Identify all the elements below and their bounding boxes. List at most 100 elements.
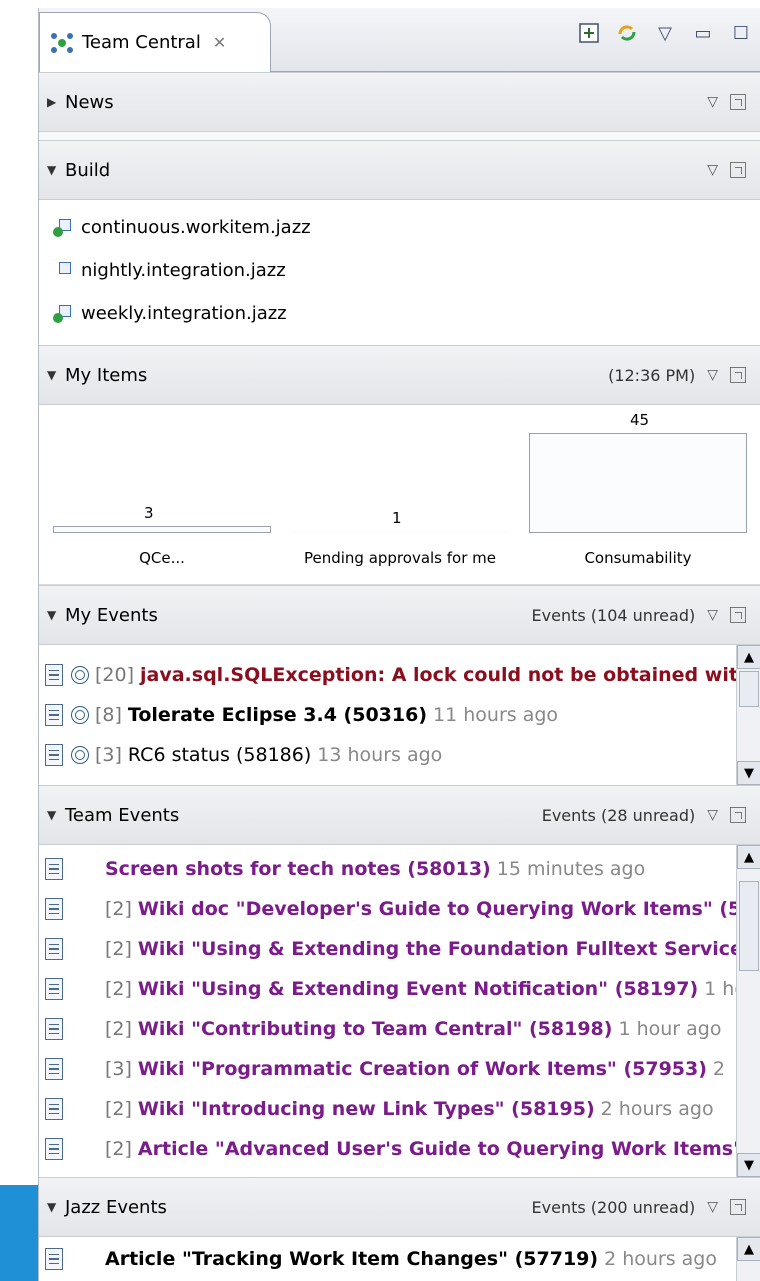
section-menu-icon[interactable]: ▽ [707,807,718,823]
scroll-down-icon[interactable]: ▼ [737,761,760,785]
event-row[interactable]: [20] java.sql.SQLException: A lock could … [39,655,760,695]
section-team-events[interactable]: ▼ Team Events Events (28 unread) ▽ [39,785,760,845]
events-unread-count: Events (28 unread) [541,805,696,825]
section-menu-icon[interactable]: ▽ [707,94,718,110]
view-menu-icon[interactable]: ▽ [654,22,676,44]
feed-icon [71,746,89,764]
section-maximize-icon[interactable] [730,1199,746,1215]
event-count: [2] [105,978,132,1000]
scroll-thumb[interactable] [739,881,759,971]
build-icon [51,260,73,282]
tab-team-central[interactable]: Team Central ✕ [39,12,271,72]
section-news[interactable]: ▶ News ▽ [39,72,760,132]
section-build[interactable]: ▼ Build ▽ [39,140,760,200]
section-menu-icon[interactable]: ▽ [707,1199,718,1215]
event-row[interactable]: [8] Tolerate Eclipse 3.4 (50316) 11 hours … [39,695,760,735]
my-items-chart: 3 QCe... 1 Pending approvals for me 45 Consum… [39,405,760,585]
bar-value-label: 1 [392,509,402,527]
section-maximize-icon[interactable] [730,367,746,383]
scrollbar[interactable]: ▲ [736,1237,760,1281]
maximize-icon[interactable]: ☐ [730,22,752,44]
chart-bar[interactable] [53,526,271,533]
collapse-icon[interactable]: ▼ [47,163,65,177]
work-item-icon [45,858,63,880]
work-item-icon [45,978,63,1000]
scroll-thumb[interactable] [739,671,759,707]
team-events-list: Screen shots for tech notes (58013) 15 mi… [39,845,760,1177]
last-updated-time: (12:36 PM) [608,365,696,385]
section-maximize-icon[interactable] [730,94,746,110]
build-label: nightly.integration.jazz [81,260,286,281]
section-menu-icon[interactable]: ▽ [707,162,718,178]
work-item-icon [45,744,63,766]
event-row[interactable]: [3] Wiki "Programmatic Creation of Work I… [39,1049,760,1089]
scrollbar[interactable]: ▲ ▼ [736,645,760,785]
section-jazz-events[interactable]: ▼ Jazz Events Events (200 unread) ▽ [39,1177,760,1237]
build-list: continuous.workitem.jazz nightly.integra… [39,200,760,345]
section-my-events[interactable]: ▼ My Events Events (104 unread) ▽ [39,585,760,645]
section-title: Build [65,159,111,181]
section-my-items[interactable]: ▼ My Items (12:36 PM) ▽ [39,345,760,405]
collapse-icon[interactable]: ▼ [47,368,65,382]
event-count: [3] [105,1058,132,1080]
event-title: Screen shots for tech notes (58013) [105,858,491,880]
event-row[interactable]: [2] Wiki "Using & Extending Event Notific… [39,969,760,1009]
scroll-up-icon[interactable]: ▲ [737,845,760,869]
event-row[interactable]: [3] RC6 status (58186) 13 hours ago [39,735,760,775]
chart-bar[interactable] [291,531,509,533]
category-label: Consumability [584,549,692,567]
minimize-icon[interactable]: ▭ [692,22,714,44]
build-label: weekly.integration.jazz [81,303,287,324]
jazz-events-list: Article "Tracking Work Item Changes" (57… [39,1237,760,1281]
section-maximize-icon[interactable] [730,807,746,823]
build-ok-icon [51,217,73,239]
work-item-icon [45,704,63,726]
collapse-icon[interactable]: ▼ [47,808,65,822]
build-item[interactable]: nightly.integration.jazz [51,249,760,292]
scroll-up-icon[interactable]: ▲ [737,1237,760,1261]
section-menu-icon[interactable]: ▽ [707,607,718,623]
event-title: Article "Tracking Work Item Changes" (57… [105,1248,599,1270]
event-row[interactable]: [2] Wiki "Contributing to Team Central" (… [39,1009,760,1049]
section-menu-icon[interactable]: ▽ [707,367,718,383]
scrollbar[interactable]: ▲ ▼ [736,845,760,1177]
team-central-icon [51,32,73,53]
section-title: News [65,91,114,113]
build-item[interactable]: continuous.workitem.jazz [51,206,760,249]
event-count: [2] [105,1098,132,1120]
event-count: [8] [95,704,122,726]
category-label: Pending approvals for me [303,549,497,567]
view-toolbar: ▽ ▭ ☐ [578,22,752,44]
section-maximize-icon[interactable] [730,607,746,623]
section-title: Jazz Events [65,1196,167,1218]
event-row[interactable]: [2] Article "Advanced User's Guide to Que… [39,1129,760,1169]
add-section-icon[interactable] [578,22,600,44]
scroll-down-icon[interactable]: ▼ [737,1153,760,1177]
event-title: Tolerate Eclipse 3.4 (50316) [127,704,428,726]
work-item-icon [45,898,63,920]
collapse-icon[interactable]: ▼ [47,608,65,622]
event-row[interactable]: Article "Tracking Work Item Changes" (57… [39,1239,760,1279]
event-row[interactable]: Screen shots for tech notes (58013) 15 mi… [39,849,760,889]
section-maximize-icon[interactable] [730,162,746,178]
event-count: [2] [105,1138,132,1160]
scroll-up-icon[interactable]: ▲ [737,645,760,669]
event-title: java.sql.SQLException: A lock could not … [140,664,748,686]
event-row[interactable]: [2] Wiki doc "Developer's Guide to Queryi… [39,889,760,929]
build-item[interactable]: weekly.integration.jazz [51,292,760,335]
event-time: 11 hours ago [433,704,559,726]
event-time: 2 hours ago [604,1248,717,1270]
expand-icon[interactable]: ▶ [47,95,65,109]
event-title: Article "Advanced User's Guide to Queryi… [137,1138,743,1160]
work-item-icon [45,938,63,960]
event-time: 13 hours ago [317,744,443,766]
event-title: Wiki "Contributing to Team Central" (581… [137,1018,613,1040]
collapse-icon[interactable]: ▼ [47,1200,65,1214]
tab-bar: Team Central ✕ ▽ ▭ ☐ [39,8,760,72]
close-icon[interactable]: ✕ [213,33,226,52]
refresh-icon[interactable] [616,22,638,44]
chart-bar[interactable] [529,433,747,533]
event-row[interactable]: [2] Wiki "Using & Extending the Foundatio… [39,929,760,969]
event-row[interactable]: [2] Wiki "Introducing new Link Types" (58… [39,1089,760,1129]
event-title: Wiki doc "Developer's Guide to Querying … [137,898,742,920]
